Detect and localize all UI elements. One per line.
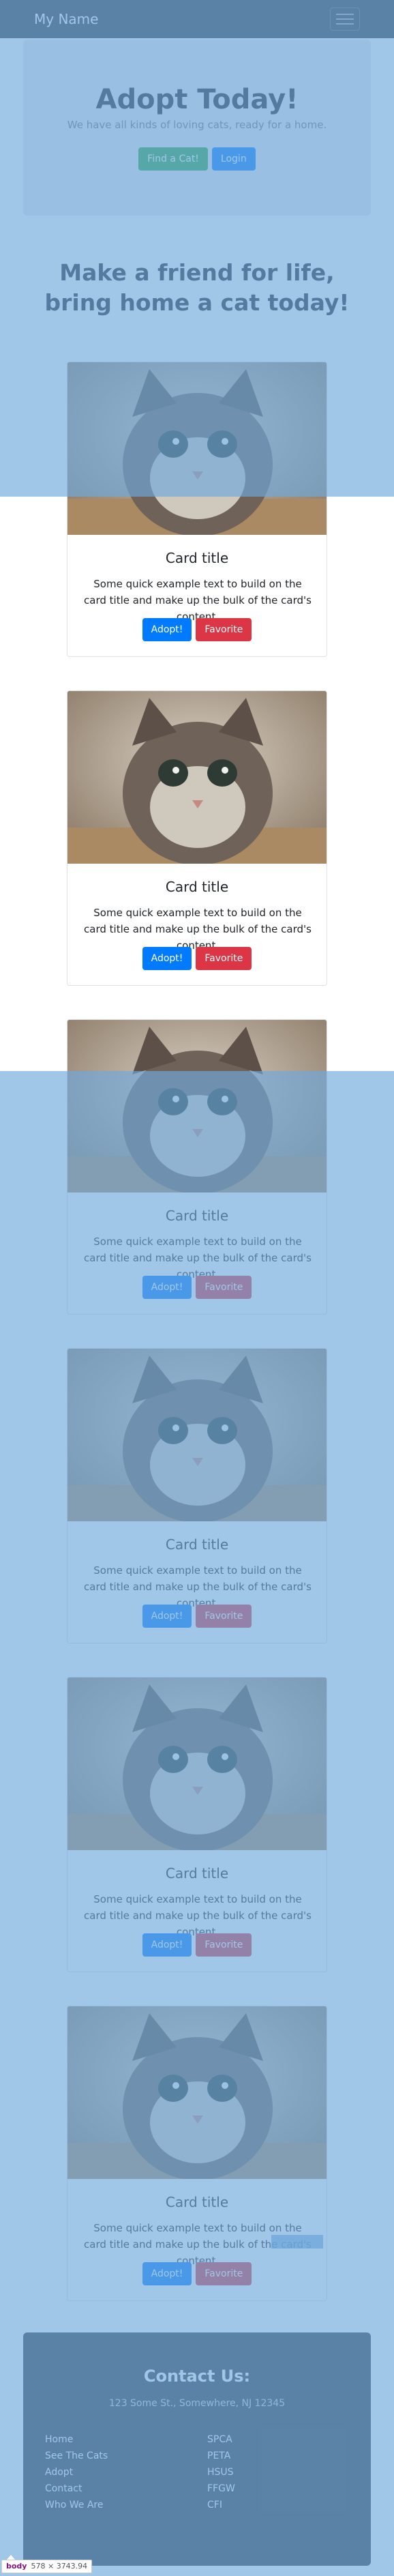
jumbotron-subtitle: We have all kinds of loving cats, ready …: [67, 119, 327, 131]
kitten-photo: [67, 691, 327, 864]
card-buttons: Adopt! Favorite: [67, 2262, 327, 2285]
adopt-button[interactable]: Adopt!: [142, 1933, 192, 1957]
jumbotron-title: Adopt Today!: [95, 84, 299, 115]
card-title: Card title: [165, 1536, 229, 1553]
footer-links-left: Home See The Cats Adopt Contact Who We A…: [45, 2433, 108, 2511]
headline-line-2: bring home a cat today!: [44, 289, 350, 316]
card-title: Card title: [165, 2194, 229, 2210]
card-buttons: Adopt! Favorite: [67, 1276, 327, 1299]
hamburger-line: [336, 14, 354, 15]
cat-card: Card title Some quick example text to bui…: [67, 1019, 327, 1315]
kitten-photo: [67, 1349, 327, 1521]
footer-link-ffgw[interactable]: FFGW: [207, 2483, 235, 2495]
card-buttons: Adopt! Favorite: [67, 618, 327, 641]
devtools-tooltip: body 578 × 3743.94: [1, 2560, 93, 2573]
hamburger-line: [336, 23, 354, 25]
cat-card: Card title Some quick example text to bui…: [67, 690, 327, 986]
card-title: Card title: [165, 1865, 229, 1882]
favorite-button[interactable]: Favorite: [196, 1605, 252, 1628]
footer: Contact Us: 123 Some St., Somewhere, NJ …: [23, 2332, 371, 2566]
footer-title: Contact Us:: [143, 2367, 251, 2386]
jumbotron: Adopt Today! We have all kinds of loving…: [23, 40, 371, 216]
footer-address: 123 Some St., Somewhere, NJ 12345: [108, 2398, 286, 2409]
kitten-photo: [67, 1678, 327, 1850]
footer-link-see-the-cats[interactable]: See The Cats: [45, 2450, 108, 2462]
tooltip-tag: body: [6, 2562, 27, 2571]
card-image: [67, 691, 327, 864]
favorite-button[interactable]: Favorite: [196, 2262, 252, 2285]
hamburger-menu-icon[interactable]: [330, 8, 360, 31]
card-image: [67, 2006, 327, 2179]
jumbotron-buttons: Find a Cat! Login: [23, 147, 371, 171]
cat-card: Card title Some quick example text to bui…: [67, 1348, 327, 1643]
footer-link-cfi[interactable]: CFI: [207, 2499, 235, 2511]
footer-link-hsus[interactable]: HSUS: [207, 2466, 235, 2478]
footer-link-who-we-are[interactable]: Who We Are: [45, 2499, 108, 2511]
favorite-button[interactable]: Favorite: [196, 947, 252, 970]
card-buttons: Adopt! Favorite: [67, 1605, 327, 1628]
login-button[interactable]: Login: [211, 147, 256, 171]
card-image: [67, 1020, 327, 1192]
footer-links-right: SPCA PETA HSUS FFGW CFI: [207, 2433, 235, 2511]
page-headline: Make a friend for life, bring home a cat…: [0, 258, 394, 318]
kitten-photo: [67, 362, 327, 535]
adopt-button[interactable]: Adopt!: [142, 2262, 192, 2285]
cat-card: Card title Some quick example text to bui…: [67, 1677, 327, 1972]
kitten-photo: [67, 1020, 327, 1192]
footer-link-peta[interactable]: PETA: [207, 2450, 235, 2462]
favorite-button[interactable]: Favorite: [196, 1276, 252, 1299]
navbar: My Name: [0, 0, 394, 38]
tooltip-arrow-icon: [7, 2555, 15, 2560]
card-title: Card title: [165, 1208, 229, 1224]
card-title: Card title: [165, 879, 229, 895]
adopt-button[interactable]: Adopt!: [142, 618, 192, 641]
footer-link-contact[interactable]: Contact: [45, 2483, 108, 2495]
card-buttons: Adopt! Favorite: [67, 1933, 327, 1957]
card-image: [67, 362, 327, 535]
tooltip-dimensions: 578 × 3743.94: [31, 2562, 88, 2571]
hamburger-line: [336, 18, 354, 20]
kitten-photo: [67, 2006, 327, 2179]
find-cat-button[interactable]: Find a Cat!: [138, 147, 208, 171]
card-title: Card title: [165, 550, 229, 566]
footer-link-spca[interactable]: SPCA: [207, 2433, 235, 2446]
footer-link-adopt[interactable]: Adopt: [45, 2466, 108, 2478]
adopt-button[interactable]: Adopt!: [142, 1605, 192, 1628]
favorite-button[interactable]: Favorite: [196, 1933, 252, 1957]
headline-line-1: Make a friend for life,: [59, 259, 335, 286]
favorite-button[interactable]: Favorite: [196, 618, 252, 641]
card-image: [67, 1349, 327, 1521]
cat-card: Card title Some quick example text to bui…: [67, 2006, 327, 2301]
card-buttons: Adopt! Favorite: [67, 947, 327, 970]
footer-link-home[interactable]: Home: [45, 2433, 108, 2446]
cat-card: Card title Some quick example text to bui…: [67, 362, 327, 657]
brand-link[interactable]: My Name: [34, 11, 98, 27]
adopt-button[interactable]: Adopt!: [142, 1276, 192, 1299]
adopt-button[interactable]: Adopt!: [142, 947, 192, 970]
card-image: [67, 1678, 327, 1850]
